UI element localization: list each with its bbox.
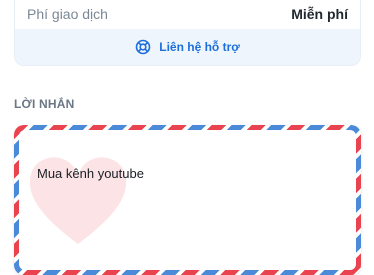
contact-support-button[interactable]: Liên hệ hỗ trợ	[15, 29, 360, 65]
message-envelope: Mua kênh youtube	[14, 125, 361, 275]
fee-card: Phí giao dịch Miễn phí Liên hệ hỗ trợ	[14, 0, 361, 66]
message-input-area[interactable]	[19, 130, 356, 270]
message-section-title: LỜI NHẮN	[14, 97, 75, 111]
message-text: Mua kênh youtube	[37, 166, 144, 181]
lifebuoy-icon	[135, 39, 151, 55]
contact-support-label: Liên hệ hỗ trợ	[159, 40, 240, 54]
fee-row: Phí giao dịch Miễn phí	[15, 0, 360, 29]
fee-label: Phí giao dịch	[27, 6, 108, 22]
message-card-inner: Mua kênh youtube	[19, 130, 356, 270]
fee-value: Miễn phí	[291, 6, 348, 22]
